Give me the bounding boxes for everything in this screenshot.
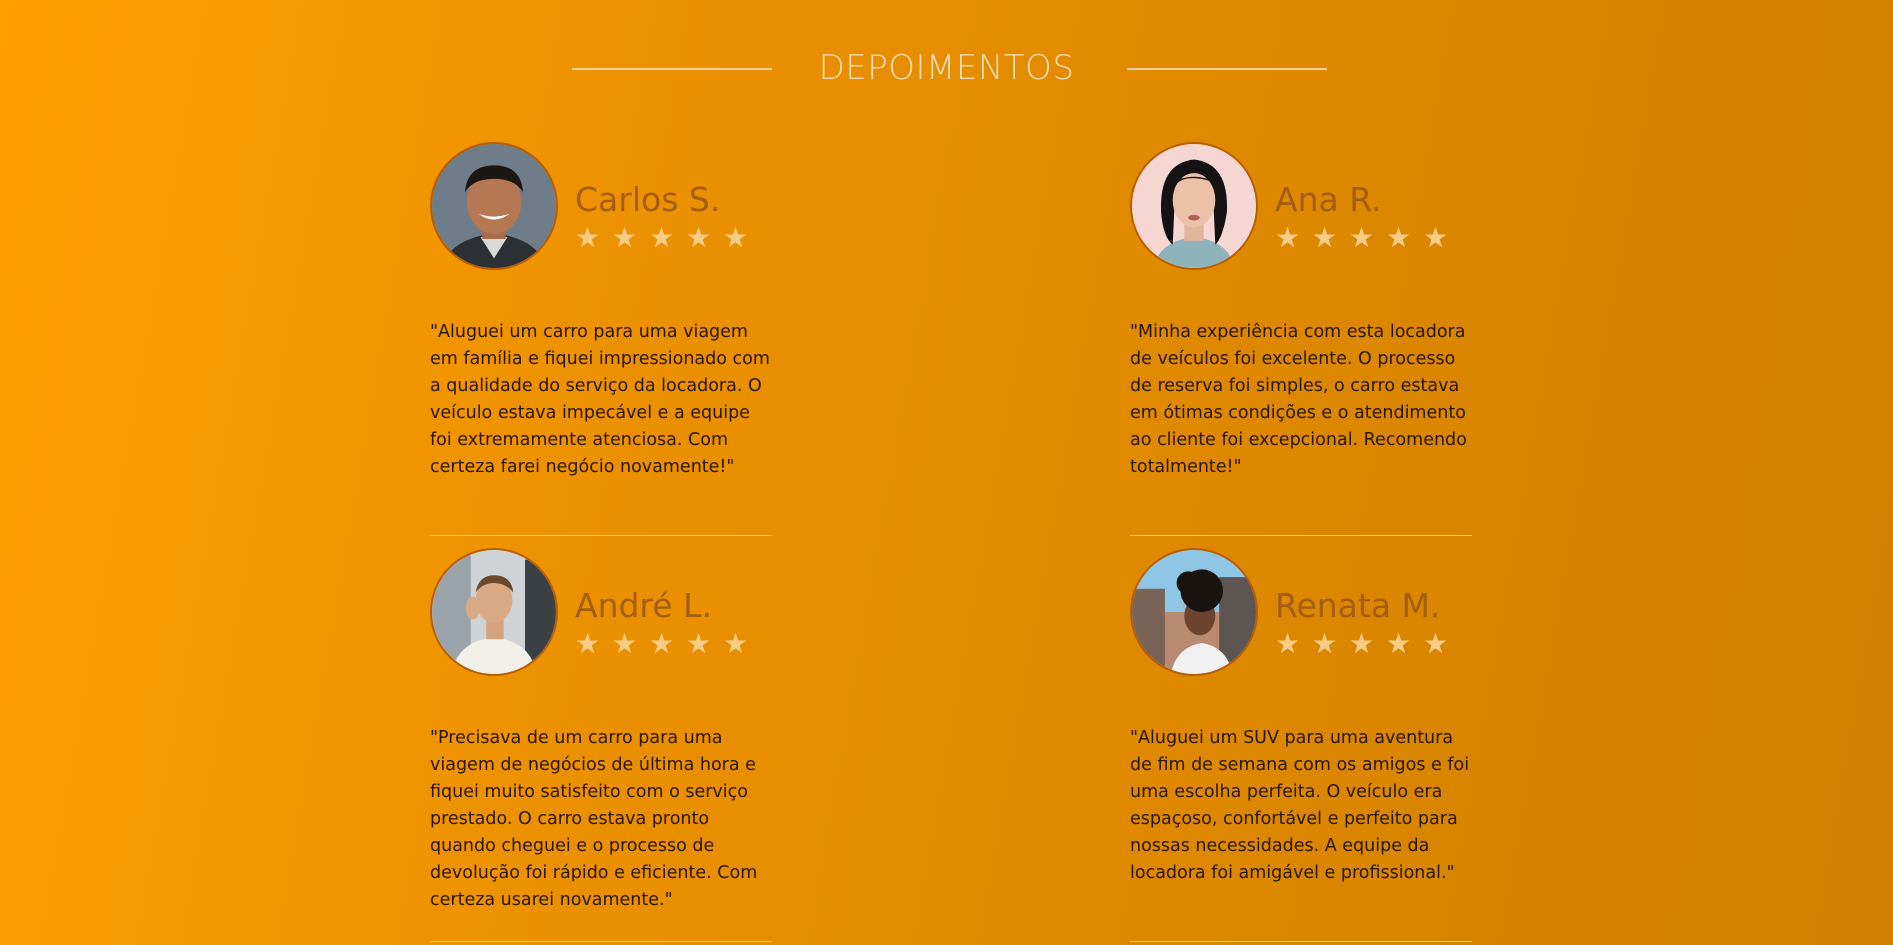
testimonial-quote: "Precisava de um carro para uma viagem d… <box>430 728 758 910</box>
section-title: DEPOIMENTOS <box>818 48 1075 88</box>
star-rating: ★ ★ ★ ★ ★ <box>1275 224 1460 252</box>
reviewer-name: Carlos S. <box>575 180 721 219</box>
testimonials-header: DEPOIMENTOS <box>0 0 1893 140</box>
star-icon: ★ <box>1275 627 1301 660</box>
header-divider-right <box>1127 68 1327 70</box>
star-icon: ★ <box>723 221 749 254</box>
star-icon: ★ <box>575 627 601 660</box>
star-icon: ★ <box>612 221 638 254</box>
reviewer-name: Ana R. <box>1275 180 1382 219</box>
card-divider <box>430 941 772 942</box>
avatar-photo <box>432 550 556 674</box>
avatar-photo <box>1132 550 1256 674</box>
star-icon: ★ <box>1349 221 1375 254</box>
star-icon: ★ <box>1423 221 1449 254</box>
avatar <box>1130 548 1258 676</box>
avatar-photo <box>1132 144 1256 268</box>
reviewer-name: Renata M. <box>1275 586 1441 625</box>
testimonial-quote: "Aluguei um carro para uma viagem em fam… <box>430 322 770 477</box>
star-icon: ★ <box>1386 221 1412 254</box>
card-divider <box>1130 941 1472 942</box>
star-icon: ★ <box>1349 627 1375 660</box>
testimonial-quote: "Minha experiência com esta locadora de … <box>1130 322 1467 477</box>
card-divider <box>1130 535 1472 536</box>
avatar <box>430 548 558 676</box>
star-icon: ★ <box>612 627 638 660</box>
star-rating: ★ ★ ★ ★ ★ <box>1275 630 1460 658</box>
star-icon: ★ <box>1275 221 1301 254</box>
reviewer-name: André L. <box>575 586 712 625</box>
card-divider <box>430 535 772 536</box>
star-icon: ★ <box>575 221 601 254</box>
star-rating: ★ ★ ★ ★ ★ <box>575 630 760 658</box>
star-icon: ★ <box>686 627 712 660</box>
avatar <box>430 142 558 270</box>
star-rating: ★ ★ ★ ★ ★ <box>575 224 760 252</box>
star-icon: ★ <box>686 221 712 254</box>
avatar <box>1130 142 1258 270</box>
star-icon: ★ <box>723 627 749 660</box>
avatar-photo <box>432 144 556 268</box>
star-icon: ★ <box>649 221 675 254</box>
star-icon: ★ <box>649 627 675 660</box>
star-icon: ★ <box>1386 627 1412 660</box>
star-icon: ★ <box>1312 627 1338 660</box>
star-icon: ★ <box>1423 627 1449 660</box>
star-icon: ★ <box>1312 221 1338 254</box>
testimonial-quote: "Aluguei um SUV para uma aventura de fim… <box>1130 728 1470 883</box>
